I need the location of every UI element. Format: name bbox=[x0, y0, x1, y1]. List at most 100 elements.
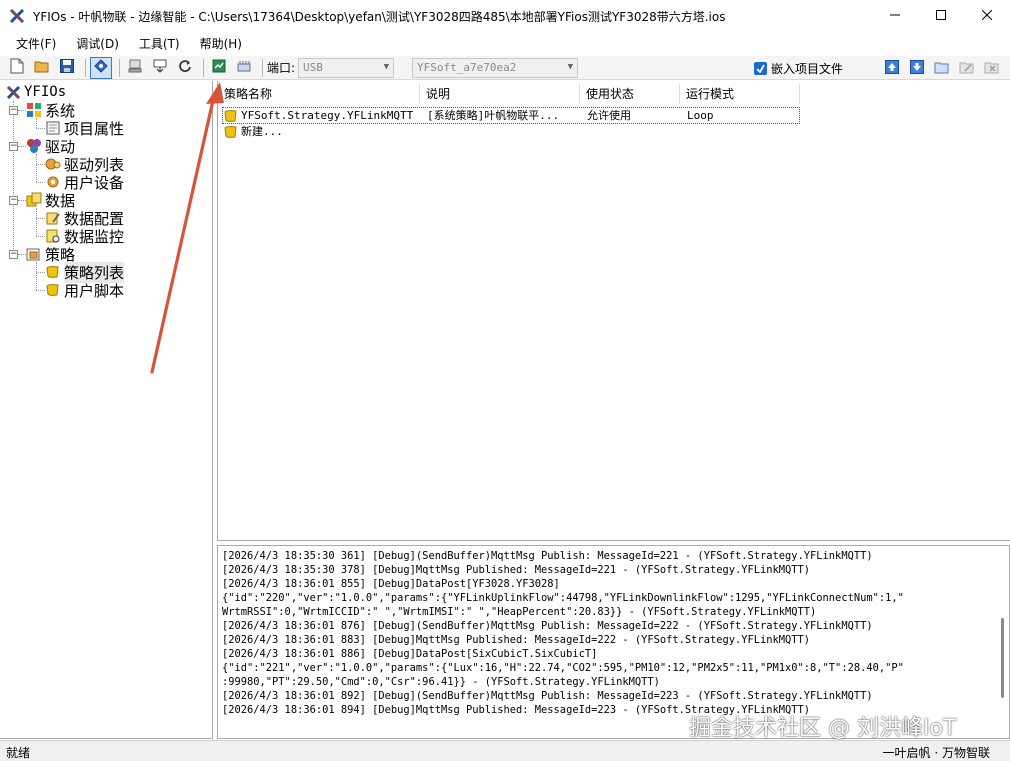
status-bar: 就绪 一叶启帆 · 万物智联 bbox=[0, 740, 1010, 761]
maximize-button[interactable] bbox=[918, 0, 964, 32]
monitor-button[interactable] bbox=[208, 57, 230, 79]
device-settings-button[interactable] bbox=[233, 57, 255, 79]
tree-item-user-device[interactable]: 用户设备 bbox=[45, 173, 124, 192]
checkmark-icon bbox=[754, 61, 767, 75]
tree-item-label: 用户脚本 bbox=[64, 281, 125, 300]
collapse-icon[interactable]: − bbox=[9, 196, 18, 205]
table-row[interactable]: YFSoft.Strategy.YFLinkMQTT [系统策略]叶帆物联平..… bbox=[222, 107, 800, 124]
strategy-icon bbox=[224, 109, 238, 123]
log-line: [2026/4/3 18:36:01 876] [Debug](SendBuff… bbox=[222, 620, 873, 632]
connect-button[interactable] bbox=[90, 56, 112, 79]
new-strategy-cell: 新建... bbox=[241, 125, 283, 138]
chevron-down-icon: ▼ bbox=[383, 61, 390, 72]
tree-connector bbox=[18, 254, 26, 255]
tree-item-data-monitor[interactable]: 数据监控 bbox=[45, 227, 124, 246]
port-select[interactable]: USB ▼ bbox=[298, 57, 395, 78]
menu-tools[interactable]: 工具(T) bbox=[131, 33, 188, 55]
system-icon bbox=[26, 102, 42, 118]
app-logo-icon bbox=[5, 84, 21, 100]
minimize-button[interactable] bbox=[872, 0, 918, 32]
menu-bar: 文件(F) 调试(D) 工具(T) 帮助(H) bbox=[0, 32, 1010, 56]
port-select-value: USB bbox=[303, 61, 323, 74]
project-tree: YFIOs − 系统 项目属性 − 驱动 驱动列表 用户设备 − 数据 数据配置… bbox=[0, 81, 213, 739]
tree-node-driver[interactable]: 驱动 bbox=[26, 137, 75, 156]
arrow-up-icon bbox=[885, 59, 899, 77]
refresh-icon bbox=[178, 59, 192, 76]
tree-item-user-script[interactable]: 用户脚本 bbox=[45, 281, 125, 300]
tree-node-system[interactable]: 系统 bbox=[26, 101, 75, 120]
column-header-mode[interactable]: 运行模式 bbox=[680, 84, 800, 104]
close-button[interactable] bbox=[964, 0, 1010, 32]
column-header-name[interactable]: 策略名称 bbox=[218, 84, 420, 104]
driver-list-icon bbox=[45, 156, 61, 172]
delete-button[interactable] bbox=[981, 57, 1003, 79]
folder-icon bbox=[934, 60, 950, 77]
toolbar: 端口: USB ▼ YFSoft_a7e70ea2 ▼ 嵌入项目文件 bbox=[0, 56, 1010, 80]
log-scrollbar[interactable] bbox=[995, 546, 1009, 738]
connect-icon bbox=[94, 59, 108, 76]
log-line: [2026/4/3 18:35:30 378] [Debug]MqttMsg P… bbox=[222, 564, 811, 576]
device-select-value: YFSoft_a7e70ea2 bbox=[417, 61, 517, 74]
strategy-icon bbox=[26, 246, 42, 262]
log-line: WrtmRSSI":0,"WrtmICCID":" ","WrtmIMSI":"… bbox=[222, 606, 817, 618]
chevron-down-icon: ▼ bbox=[567, 61, 574, 72]
new-file-icon bbox=[10, 58, 24, 77]
strategy-list-icon bbox=[45, 264, 61, 280]
device-grid-icon bbox=[237, 59, 251, 76]
app-logo-icon bbox=[9, 8, 25, 24]
tree-item-driver-list[interactable]: 驱动列表 bbox=[45, 155, 124, 174]
collapse-icon[interactable]: − bbox=[9, 142, 18, 151]
user-device-icon bbox=[45, 174, 61, 190]
toolbar-separator bbox=[262, 58, 263, 77]
edit-button[interactable] bbox=[956, 57, 978, 79]
log-line: [2026/4/3 18:36:01 883] [Debug]MqttMsg P… bbox=[222, 634, 811, 646]
new-file-button[interactable] bbox=[6, 57, 28, 79]
strategy-name-cell: YFSoft.Strategy.YFLinkMQTT bbox=[241, 109, 414, 122]
log-scrollbar-thumb[interactable] bbox=[1001, 618, 1004, 698]
move-down-button[interactable] bbox=[906, 57, 928, 79]
menu-file[interactable]: 文件(F) bbox=[8, 33, 64, 55]
new-folder-button[interactable] bbox=[931, 57, 953, 79]
maximize-icon bbox=[936, 9, 946, 23]
data-config-icon bbox=[45, 210, 61, 226]
arrow-down-icon bbox=[910, 59, 924, 77]
tree-root[interactable]: YFIOs bbox=[5, 83, 66, 101]
embed-project-checkbox[interactable]: 嵌入项目文件 bbox=[754, 58, 843, 78]
download-button[interactable] bbox=[149, 57, 171, 79]
data-icon bbox=[26, 192, 42, 208]
tree-connector bbox=[36, 236, 45, 237]
refresh-button[interactable] bbox=[174, 57, 196, 79]
tree-node-data[interactable]: 数据 bbox=[26, 191, 75, 210]
save-file-button[interactable] bbox=[56, 57, 78, 79]
tree-connector bbox=[18, 146, 26, 147]
collapse-icon[interactable]: − bbox=[9, 106, 18, 115]
tree-item-data-config[interactable]: 数据配置 bbox=[45, 209, 124, 228]
tree-connector bbox=[36, 290, 45, 291]
tree-connector bbox=[36, 262, 37, 290]
column-header-status[interactable]: 使用状态 bbox=[580, 84, 680, 104]
open-folder-icon bbox=[34, 59, 50, 76]
tree-item-project-properties[interactable]: 项目属性 bbox=[45, 119, 124, 138]
table-row[interactable]: 新建... bbox=[222, 124, 800, 141]
tree-node-strategy[interactable]: 策略 bbox=[26, 245, 75, 264]
monitor-icon bbox=[212, 59, 226, 76]
status-text: 就绪 bbox=[6, 746, 31, 760]
tree-connector bbox=[36, 218, 45, 219]
collapse-icon[interactable]: − bbox=[9, 250, 18, 259]
menu-help[interactable]: 帮助(H) bbox=[192, 33, 250, 55]
move-up-button[interactable] bbox=[881, 57, 903, 79]
deploy-button[interactable] bbox=[124, 57, 146, 79]
menu-debug[interactable]: 调试(D) bbox=[68, 33, 127, 55]
port-label: 端口: bbox=[267, 61, 296, 75]
tree-item-strategy-list[interactable]: 策略列表 bbox=[45, 261, 125, 283]
device-select[interactable]: YFSoft_a7e70ea2 ▼ bbox=[412, 57, 579, 78]
log-line: [2026/4/3 18:36:01 892] [Debug](SendBuff… bbox=[222, 690, 873, 702]
title-bar[interactable]: YFIOs - 叶帆物联 - 边缘智能 - C:\Users\17364\Des… bbox=[0, 0, 1010, 32]
open-file-button[interactable] bbox=[31, 57, 53, 79]
window-title: YFIOs - 叶帆物联 - 边缘智能 - C:\Users\17364\Des… bbox=[33, 9, 726, 24]
column-header-description[interactable]: 说明 bbox=[420, 84, 580, 104]
save-icon bbox=[60, 59, 74, 76]
tree-connector bbox=[36, 182, 45, 183]
log-line: {"id":"220","ver":"1.0.0","params":{"YFL… bbox=[222, 592, 904, 604]
toolbar-separator bbox=[203, 58, 204, 77]
